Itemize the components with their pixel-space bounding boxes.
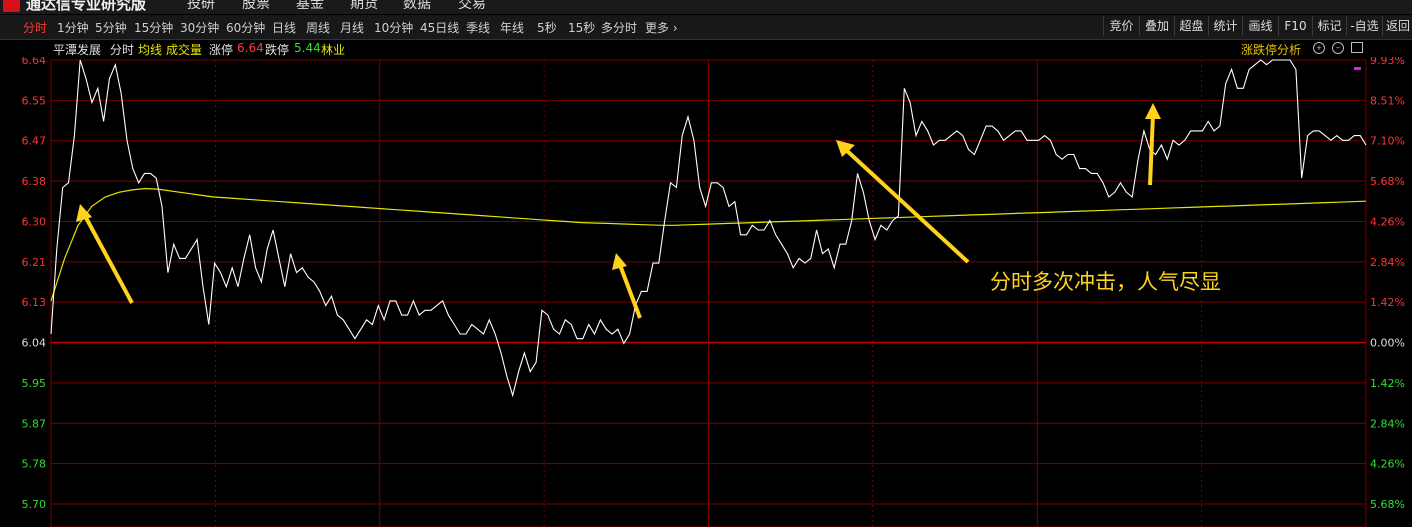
menu-futures[interactable]: 期货 xyxy=(350,0,378,13)
window-toggle-icon[interactable] xyxy=(1351,42,1363,53)
chart-mode: 分时 xyxy=(110,43,135,57)
overlay-button[interactable]: 叠加 xyxy=(1139,16,1174,36)
f10-button[interactable]: F10 xyxy=(1278,16,1312,36)
tab-daily[interactable]: 日线 xyxy=(272,19,296,36)
draw-line-button[interactable]: 画线 xyxy=(1242,16,1278,36)
menu-data[interactable]: 数据 xyxy=(403,0,431,13)
super-panel-button[interactable]: 超盘 xyxy=(1174,16,1208,36)
price-tick-label: 6.47 xyxy=(22,135,47,148)
price-tick-label: 6.21 xyxy=(22,256,47,269)
volume-label: 成交量 xyxy=(166,43,203,57)
limit-up-label: 涨停 xyxy=(209,43,234,57)
tab-5sec[interactable]: 5秒 xyxy=(537,19,557,36)
remove-watchlist-button[interactable]: -自选 xyxy=(1346,16,1382,36)
tab-15min[interactable]: 15分钟 xyxy=(134,19,173,36)
limit-down-value: 5.44 xyxy=(294,41,321,55)
menu-funds[interactable]: 基金 xyxy=(296,0,324,13)
chart-info-bar: 平潭发展 分时 均线 成交量 涨停 6.64 跌停 5.44 林业 涨跌停分析 … xyxy=(0,40,1412,57)
pct-tick-label: 5.68% xyxy=(1370,175,1405,188)
statistics-button[interactable]: 统计 xyxy=(1208,16,1242,36)
sector-label: 林业 xyxy=(321,43,346,57)
chevron-right-icon: › xyxy=(669,21,678,35)
annotation-arrow xyxy=(1145,103,1161,186)
auction-button[interactable]: 竞价 xyxy=(1103,16,1139,36)
tab-monthly[interactable]: 月线 xyxy=(340,19,364,36)
mark-button[interactable]: 标记 xyxy=(1312,16,1346,36)
tab-30min[interactable]: 30分钟 xyxy=(180,19,219,36)
intraday-chart: 6.64 9.93% 6.55 8.51% 6.47 7.10% 6.38 5.68% 6.30… xyxy=(22,57,1405,527)
price-tick-label: 6.38 xyxy=(22,175,47,188)
price-tick-label: 6.55 xyxy=(22,94,47,107)
tab-more[interactable]: 更多 › xyxy=(645,19,678,36)
tab-15sec[interactable]: 15秒 xyxy=(568,19,595,36)
price-tick-label: 6.04 xyxy=(22,337,47,350)
back-button[interactable]: 返回 xyxy=(1382,16,1412,36)
price-tick-label: 5.78 xyxy=(22,458,47,471)
tab-more-label: 更多 xyxy=(645,21,670,35)
zoom-in-icon[interactable]: + xyxy=(1313,42,1325,54)
price-tick-label: 5.70 xyxy=(22,498,47,511)
pct-tick-label: 1.42% xyxy=(1370,377,1405,390)
price-tick-label: 5.95 xyxy=(22,377,47,390)
limit-up-value: 6.64 xyxy=(237,41,264,55)
tab-weekly[interactable]: 周线 xyxy=(306,19,330,36)
limit-down-label: 跌停 xyxy=(265,43,290,57)
tab-1min[interactable]: 1分钟 xyxy=(57,19,89,36)
pct-tick-label: 4.26% xyxy=(1370,215,1405,228)
price-tick-label: 6.13 xyxy=(22,296,47,309)
price-tick-label: 6.64 xyxy=(22,57,47,67)
period-toolbar: 分时 1分钟 5分钟 15分钟 30分钟 60分钟 日线 周线 月线 10分钟 … xyxy=(0,15,1412,40)
tab-multi-intraday[interactable]: 多分时 xyxy=(601,19,637,36)
annotation-arrow xyxy=(76,204,134,304)
pct-tick-label: 5.68% xyxy=(1370,498,1405,511)
limit-analysis-link[interactable]: 涨跌停分析 xyxy=(1241,41,1301,58)
annotation-arrow xyxy=(836,140,970,264)
tab-45day[interactable]: 45日线 xyxy=(420,19,459,36)
menu-stocks[interactable]: 股票 xyxy=(242,0,270,13)
pct-tick-label: 1.42% xyxy=(1370,296,1405,309)
price-tick-label: 5.87 xyxy=(22,417,47,430)
pct-tick-label: 2.84% xyxy=(1370,417,1405,430)
pct-tick-label: 8.51% xyxy=(1370,94,1405,107)
tab-intraday[interactable]: 分时 xyxy=(23,19,47,36)
menu-research[interactable]: 投研 xyxy=(187,0,215,13)
avg-line-label: 均线 xyxy=(138,43,163,57)
tab-10min[interactable]: 10分钟 xyxy=(374,19,413,36)
app-title: 通达信专业研究版 xyxy=(26,0,147,13)
annotation-arrow xyxy=(612,253,642,319)
tab-yearly[interactable]: 年线 xyxy=(500,19,524,36)
tab-60min[interactable]: 60分钟 xyxy=(226,19,265,36)
menu-trade[interactable]: 交易 xyxy=(458,0,486,13)
zoom-out-icon[interactable]: − xyxy=(1332,42,1344,54)
price-tick-label: 6.30 xyxy=(22,215,47,228)
pct-tick-label: 7.10% xyxy=(1370,135,1405,148)
stock-name: 平潭发展 xyxy=(53,43,102,57)
pct-tick-label: 2.84% xyxy=(1370,256,1405,269)
annotation-text: 分时多次冲击，人气尽显 xyxy=(990,270,1221,294)
pct-tick-label: 0.00% xyxy=(1370,337,1405,350)
app-logo-icon xyxy=(3,0,20,12)
pct-tick-label: 9.93% xyxy=(1370,57,1405,67)
pct-tick-label: 4.26% xyxy=(1370,458,1405,471)
title-bar: 通达信专业研究版 投研 股票 基金 期货 数据 交易 xyxy=(0,0,1412,14)
tab-quarterly[interactable]: 季线 xyxy=(466,19,490,36)
marker-icon xyxy=(1354,67,1361,70)
tab-5min[interactable]: 5分钟 xyxy=(95,19,127,36)
